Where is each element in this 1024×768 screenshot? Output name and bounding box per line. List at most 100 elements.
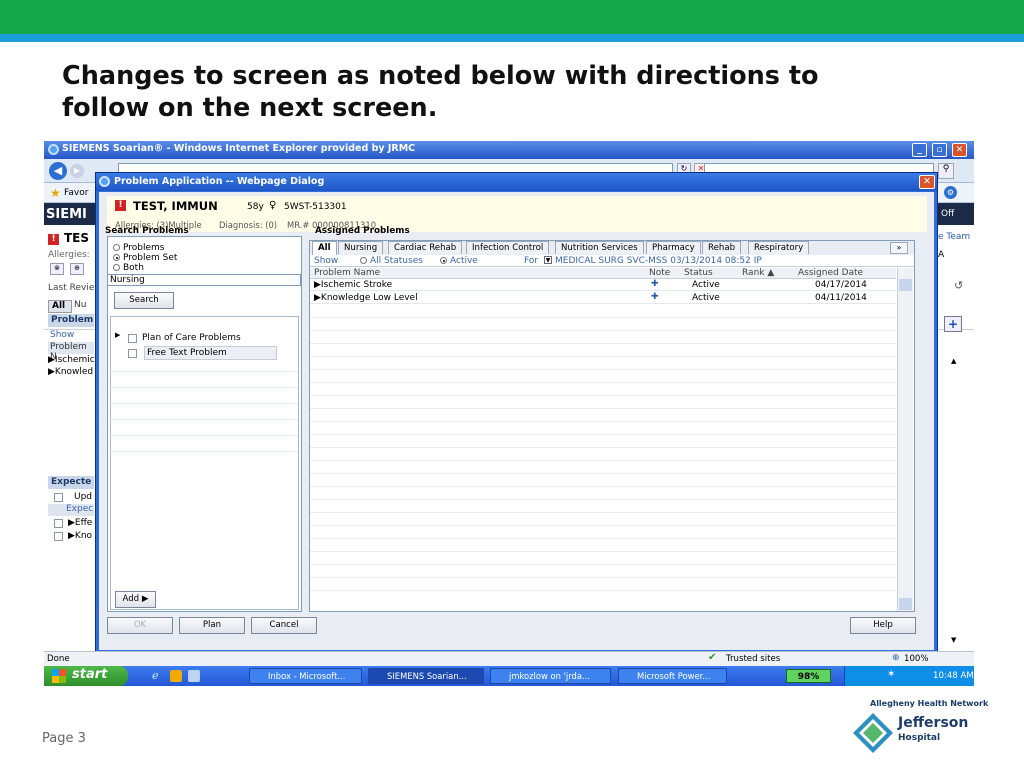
patient-location: 5WST-513301 xyxy=(284,202,347,212)
bg-toolbar-icon-2[interactable]: ⊕ xyxy=(70,263,84,275)
patient-diagnosis[interactable]: Diagnosis: (0) xyxy=(219,220,277,230)
application-screenshot: SIEMENS Soarian® - Windows Internet Expl… xyxy=(44,141,974,686)
favorites-star-icon[interactable]: ★ xyxy=(50,186,61,200)
search-problems-header: Search Problems xyxy=(105,226,189,236)
minimize-icon[interactable]: _ xyxy=(912,143,927,157)
tab-cardiac-rehab[interactable]: Cardiac Rehab xyxy=(388,241,463,254)
tools-gear-icon[interactable]: ⚙ xyxy=(944,186,957,199)
bg-refresh-icon[interactable]: ↺ xyxy=(954,279,963,292)
favorites-label[interactable]: Favor xyxy=(64,188,88,198)
trusted-check-icon: ✔ xyxy=(708,652,717,663)
add-button[interactable]: Add ▶ xyxy=(115,591,156,608)
ie-logo-icon xyxy=(48,144,59,155)
status-zoom[interactable]: 100% xyxy=(904,654,929,664)
bg-alert-flag-icon: ! xyxy=(48,234,59,245)
help-button[interactable]: Help xyxy=(850,617,916,634)
col-status[interactable]: Status xyxy=(684,268,713,278)
filter-active-radio[interactable] xyxy=(440,257,447,264)
search-input[interactable]: Nursing xyxy=(107,274,301,286)
bg-right-a: A xyxy=(938,250,945,260)
bg-exp-row-1[interactable]: ▶Effe xyxy=(68,518,92,528)
tab-rehab[interactable]: Rehab xyxy=(702,241,742,254)
bg-care-team[interactable]: e Team xyxy=(938,232,970,242)
option-both[interactable]: Both xyxy=(113,263,144,273)
right-off-label[interactable]: Off xyxy=(941,209,954,219)
scroll-thumb-top[interactable] xyxy=(899,279,912,291)
row-2-problem[interactable]: ▶Knowledge Low Level xyxy=(314,293,418,303)
search-icon[interactable]: ⚲ xyxy=(938,163,954,179)
bg-tab-nu[interactable]: Nu xyxy=(74,300,86,310)
result-plan-of-care[interactable]: Plan of Care Problems xyxy=(142,333,241,343)
bg-update[interactable]: Upd xyxy=(74,492,92,502)
quicklaunch-outlook-icon[interactable] xyxy=(170,670,182,682)
tray-clock[interactable]: 10:48 AM xyxy=(933,671,974,681)
bg-exp-row-2-checkbox[interactable] xyxy=(54,532,63,541)
plan-button[interactable]: Plan xyxy=(179,617,245,634)
bg-update-checkbox[interactable] xyxy=(54,493,63,502)
start-button[interactable]: start xyxy=(44,666,128,686)
expand-arrow-icon[interactable]: ▶ xyxy=(115,331,120,339)
search-button[interactable]: Search xyxy=(114,292,174,309)
quicklaunch-desktop-icon[interactable] xyxy=(188,670,200,682)
taskbar-inbox[interactable]: Inbox - Microsoft... xyxy=(249,668,362,684)
col-problem-name[interactable]: Problem Name xyxy=(314,268,380,278)
scroll-thumb-bottom[interactable] xyxy=(899,598,912,610)
taskbar-soarian[interactable]: SIEMENS Soarian... xyxy=(368,668,484,684)
tab-pharmacy[interactable]: Pharmacy xyxy=(646,241,701,254)
table-row[interactable]: ▶Ischemic Stroke ✚ Active 04/17/2014 xyxy=(310,279,896,291)
filter-active-label: Active xyxy=(450,256,478,266)
row-1-note-icon[interactable]: ✚ xyxy=(651,279,659,289)
close-window-icon[interactable]: ✕ xyxy=(952,143,967,157)
result-2-checkbox[interactable] xyxy=(128,349,137,358)
cancel-button[interactable]: Cancel xyxy=(251,617,317,634)
bg-add-button[interactable]: + xyxy=(944,316,962,332)
filter-active[interactable]: Active xyxy=(440,256,478,266)
restore-icon[interactable]: ▫ xyxy=(932,143,947,157)
quicklaunch-ie-icon[interactable]: ℯ xyxy=(152,669,159,682)
table-row[interactable]: ▶Knowledge Low Level ✚ Active 04/11/2014 xyxy=(310,292,896,304)
filter-all-label: All Statuses xyxy=(370,256,423,266)
more-tabs-icon[interactable]: » xyxy=(890,242,908,254)
row-1-problem[interactable]: ▶Ischemic Stroke xyxy=(314,280,392,290)
back-icon[interactable]: ◀ xyxy=(49,162,67,180)
zoom-icon[interactable]: ⊕ xyxy=(892,653,900,663)
tab-respiratory[interactable]: Respiratory xyxy=(748,241,810,254)
dialog-close-icon[interactable]: ✕ xyxy=(919,175,935,189)
col-note[interactable]: Note xyxy=(649,268,670,278)
allegheny-network-label: Allegheny Health Network xyxy=(870,699,989,708)
bg-toolbar-icon[interactable]: ⊗ xyxy=(50,263,64,275)
tab-infection-control[interactable]: Infection Control xyxy=(466,241,550,254)
option-problem-set[interactable]: Problem Set xyxy=(113,253,177,263)
bg-row-2[interactable]: ▶Knowled xyxy=(48,367,93,377)
col-rank[interactable]: Rank ▲ xyxy=(742,268,774,278)
option-problems-radio[interactable] xyxy=(113,244,120,251)
forward-icon[interactable]: ▶ xyxy=(70,164,84,178)
result-free-text[interactable]: Free Text Problem xyxy=(144,346,277,360)
filter-all-statuses[interactable]: All Statuses xyxy=(360,256,423,266)
bg-row-1[interactable]: ▶Ischemic xyxy=(48,355,95,365)
taskbar-remote[interactable]: jmkozlow on 'jrda... xyxy=(490,668,611,684)
vertical-scrollbar[interactable] xyxy=(897,268,913,611)
tab-nutrition-services[interactable]: Nutrition Services xyxy=(555,241,644,254)
option-problems[interactable]: Problems xyxy=(113,243,164,253)
bg-exp-row-2[interactable]: ▶Kno xyxy=(68,531,92,541)
bg-tab-all[interactable]: All xyxy=(48,300,72,313)
bg-exp-row-1-checkbox[interactable] xyxy=(54,519,63,528)
option-both-radio[interactable] xyxy=(113,264,120,271)
taskbar-powerpoint[interactable]: Microsoft Power... xyxy=(618,668,727,684)
for-value[interactable]: MEDICAL SURG SVC-MSS 03/13/2014 08:52 IP xyxy=(555,256,762,266)
ok-button[interactable]: OK xyxy=(107,617,173,634)
filter-all-radio[interactable] xyxy=(360,257,367,264)
for-dropdown-icon[interactable]: ▼ xyxy=(544,256,552,264)
result-divider xyxy=(111,419,298,420)
option-problem-set-radio[interactable] xyxy=(113,254,120,261)
result-1-checkbox[interactable] xyxy=(128,334,137,343)
bg-sort-icon[interactable]: ▲ xyxy=(951,357,956,365)
row-2-note-icon[interactable]: ✚ xyxy=(651,292,659,302)
assigned-problems-panel: All Nursing Cardiac Rehab Infection Cont… xyxy=(309,240,915,612)
network-icon[interactable]: ✶ xyxy=(887,669,895,680)
bg-scroll-arrow-icon[interactable]: ▼ xyxy=(951,636,956,644)
tab-all[interactable]: All xyxy=(312,241,337,255)
col-assigned-date[interactable]: Assigned Date xyxy=(798,268,863,278)
tab-nursing[interactable]: Nursing xyxy=(338,241,384,254)
